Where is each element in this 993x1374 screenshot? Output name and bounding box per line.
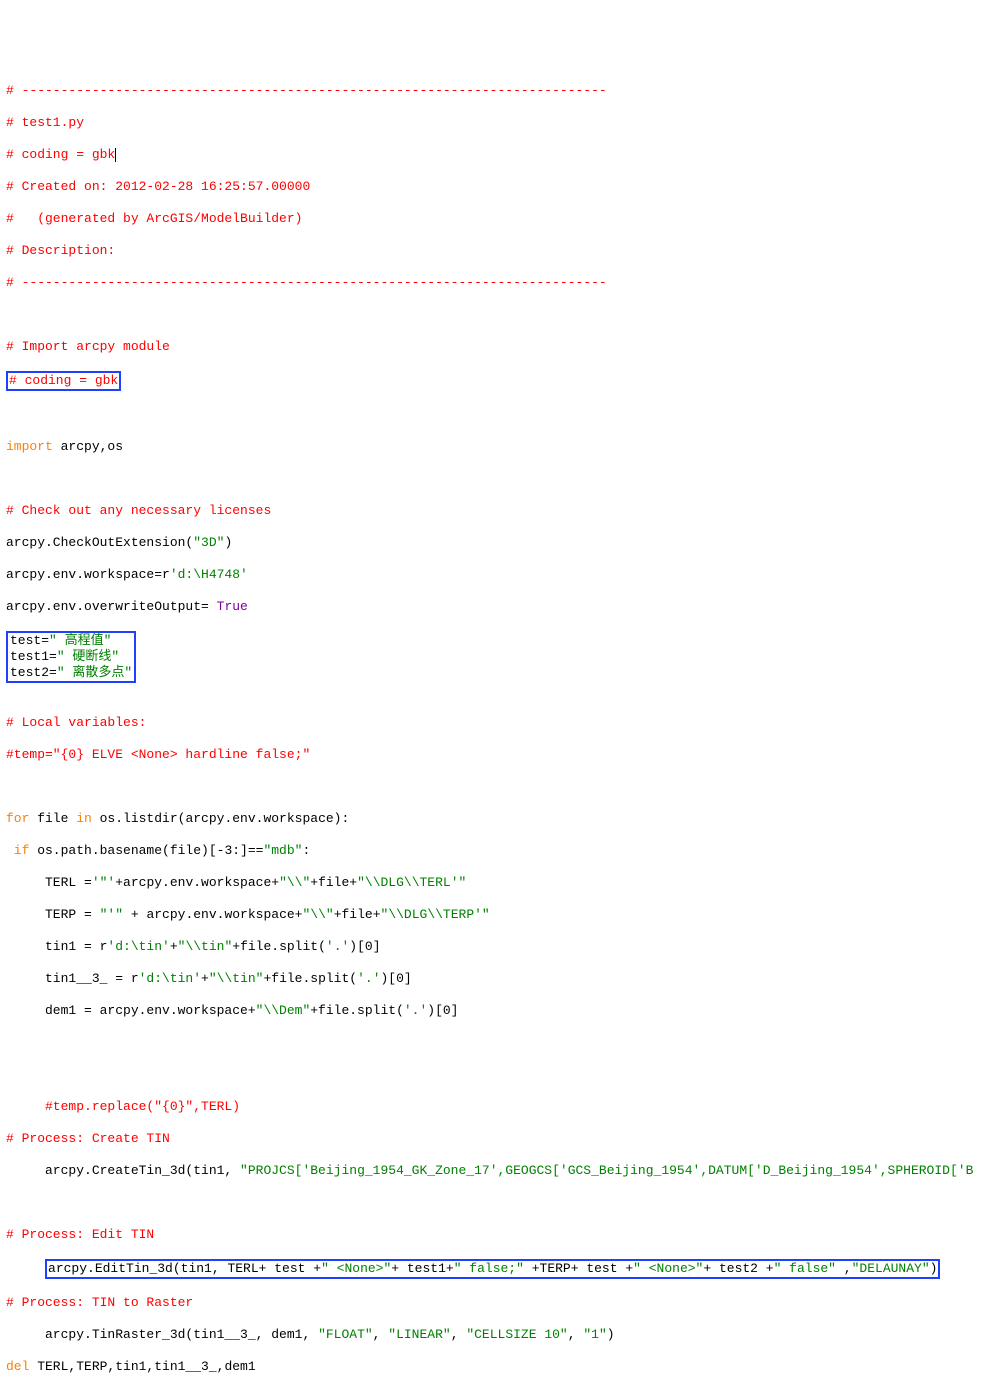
comment-line: # Check out any necessary licenses [6, 503, 987, 519]
comment-line: # Process: Edit TIN [6, 1227, 987, 1243]
code-line: TERP = "'" + arcpy.env.workspace+"\\"+fi… [6, 907, 987, 923]
code-line: del TERL,TERP,tin1,tin1__3_,dem1 [6, 1359, 987, 1374]
highlight-box-coding: # coding = gbk [6, 371, 987, 391]
comment-line: # --------------------------------------… [6, 275, 987, 291]
comment-line: # Process: Create TIN [6, 1131, 987, 1147]
highlight-box-edittin: arcpy.EditTin_3d(tin1, TERL+ test +" <No… [6, 1259, 987, 1279]
code-line: if os.path.basename(file)[-3:]=="mdb": [6, 843, 987, 859]
code-line: for file in os.listdir(arcpy.env.workspa… [6, 811, 987, 827]
comment-line: # Description: [6, 243, 987, 259]
code-block: # --------------------------------------… [6, 67, 987, 1374]
comment-line: # test1.py [6, 115, 987, 131]
code-line: tin1 = r'd:\tin'+"\\tin"+file.split('.')… [6, 939, 987, 955]
code-line: dem1 = arcpy.env.workspace+"\\Dem"+file.… [6, 1003, 987, 1019]
code-line: arcpy.TinRaster_3d(tin1__3_, dem1, "FLOA… [6, 1327, 987, 1343]
text-caret [115, 148, 116, 162]
comment-line: # --------------------------------------… [6, 83, 987, 99]
code-line: arcpy.CreateTin_3d(tin1, "PROJCS['Beijin… [6, 1163, 987, 1179]
comment-line: # Created on: 2012-02-28 16:25:57.00000 [6, 179, 987, 195]
code-line: arcpy.env.overwriteOutput= True [6, 599, 987, 615]
comment-line: #temp="{0} ELVE <None> hardline false;" [6, 747, 987, 763]
code-line: arcpy.CheckOutExtension("3D") [6, 535, 987, 551]
comment-line: # Process: TIN to Raster [6, 1295, 987, 1311]
code-line: tin1__3_ = r'd:\tin'+"\\tin"+file.split(… [6, 971, 987, 987]
comment-line: # (generated by ArcGIS/ModelBuilder) [6, 211, 987, 227]
comment-line: #temp.replace("{0}",TERL) [6, 1099, 987, 1115]
code-line: arcpy.env.workspace=r'd:\H4748' [6, 567, 987, 583]
comment-line: # coding = gbk [6, 147, 987, 163]
comment-line: # Local variables: [6, 715, 987, 731]
comment-line: # Import arcpy module [6, 339, 987, 355]
highlight-box-tests: test=" 高程值"test1=" 硬断线"test2=" 离散多点" [6, 665, 136, 680]
code-line: TERL ='"'+arcpy.env.workspace+"\\"+file+… [6, 875, 987, 891]
import-line: import arcpy,os [6, 439, 987, 455]
